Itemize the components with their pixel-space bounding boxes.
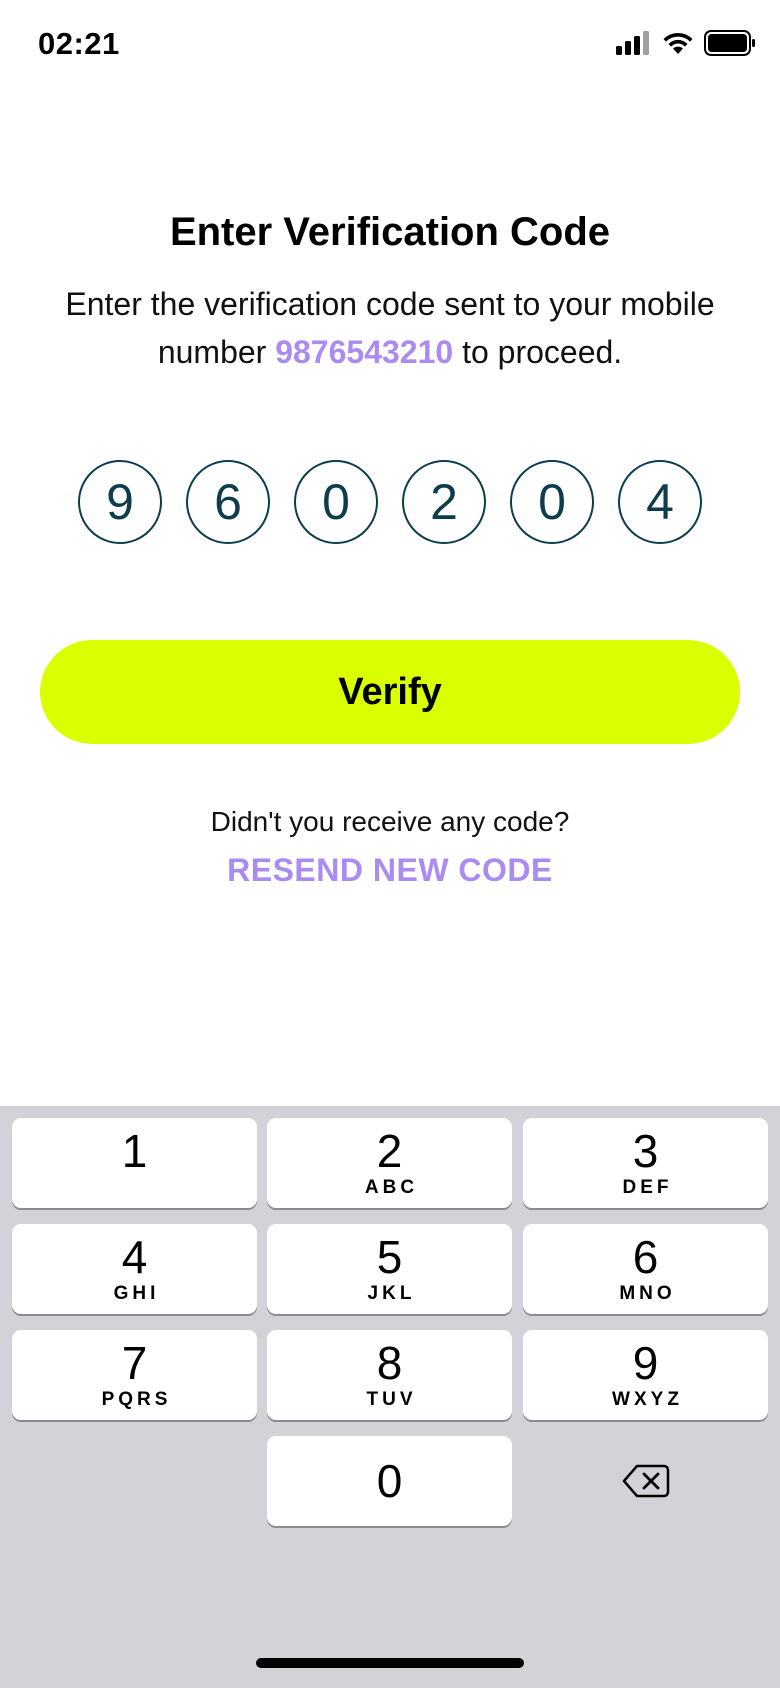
key-letters: MNO (619, 1283, 676, 1304)
code-digit-6[interactable]: 4 (618, 460, 702, 544)
verify-button[interactable]: Verify (40, 640, 740, 744)
subtitle-text-end: to proceed. (453, 334, 623, 370)
verification-screen: 02:21 Enter Verification Code Enter the … (0, 0, 780, 1688)
key-number: 7 (121, 1337, 148, 1389)
resend-code-link[interactable]: RESEND NEW CODE (0, 852, 780, 889)
phone-number: 9876543210 (275, 334, 454, 370)
wifi-icon (663, 32, 693, 54)
numeric-keypad: 1 2 ABC 3 DEF 4 GHI 5 JKL 6 MNO 7 PQRS 8 (0, 1106, 780, 1688)
code-digit-2[interactable]: 6 (186, 460, 270, 544)
status-time: 02:21 (38, 26, 120, 61)
key-letters: PQRS (101, 1389, 172, 1410)
key-number: 9 (632, 1337, 659, 1389)
resend-question: Didn't you receive any code? (210, 806, 570, 837)
page-subtitle: Enter the verification code sent to your… (60, 280, 720, 376)
page-title: Enter Verification Code (169, 210, 611, 254)
key-letters: GHI (113, 1283, 160, 1304)
code-digit-4[interactable]: 2 (402, 460, 486, 544)
battery-icon (704, 30, 755, 56)
code-digit-5[interactable]: 0 (510, 460, 594, 544)
key-number: 8 (376, 1337, 403, 1389)
code-digit-3[interactable]: 0 (294, 460, 378, 544)
key-9[interactable]: 9 WXYZ (523, 1330, 768, 1420)
status-bar: 02:21 (0, 0, 780, 96)
key-number: 2 (376, 1125, 403, 1177)
key-number: 1 (121, 1125, 148, 1177)
key-3[interactable]: 3 DEF (523, 1118, 768, 1208)
verification-code-input[interactable]: 9 6 0 2 0 4 (78, 460, 702, 544)
key-number: 0 (376, 1455, 403, 1507)
key-number: 5 (376, 1231, 403, 1283)
key-7[interactable]: 7 PQRS (12, 1330, 257, 1420)
key-number: 4 (121, 1231, 148, 1283)
key-4[interactable]: 4 GHI (12, 1224, 257, 1314)
key-letters: DEF (622, 1177, 673, 1198)
key-2[interactable]: 2 ABC (267, 1118, 512, 1208)
key-6[interactable]: 6 MNO (523, 1224, 768, 1314)
key-0[interactable]: 0 (267, 1436, 512, 1526)
code-digit-1[interactable]: 9 (78, 460, 162, 544)
key-5[interactable]: 5 JKL (267, 1224, 512, 1314)
key-letters: WXYZ (612, 1389, 683, 1410)
home-indicator (256, 1658, 524, 1668)
key-8[interactable]: 8 TUV (267, 1330, 512, 1420)
key-letters: JKL (367, 1283, 416, 1304)
status-icons (616, 30, 756, 56)
backspace-icon (622, 1464, 669, 1498)
key-1[interactable]: 1 (12, 1118, 257, 1208)
key-number: 6 (632, 1231, 659, 1283)
key-letters: TUV (366, 1389, 417, 1410)
key-number: 3 (632, 1125, 659, 1177)
key-letters: ABC (364, 1177, 419, 1198)
cellular-signal-icon (616, 31, 649, 55)
delete-key[interactable] (523, 1436, 768, 1526)
